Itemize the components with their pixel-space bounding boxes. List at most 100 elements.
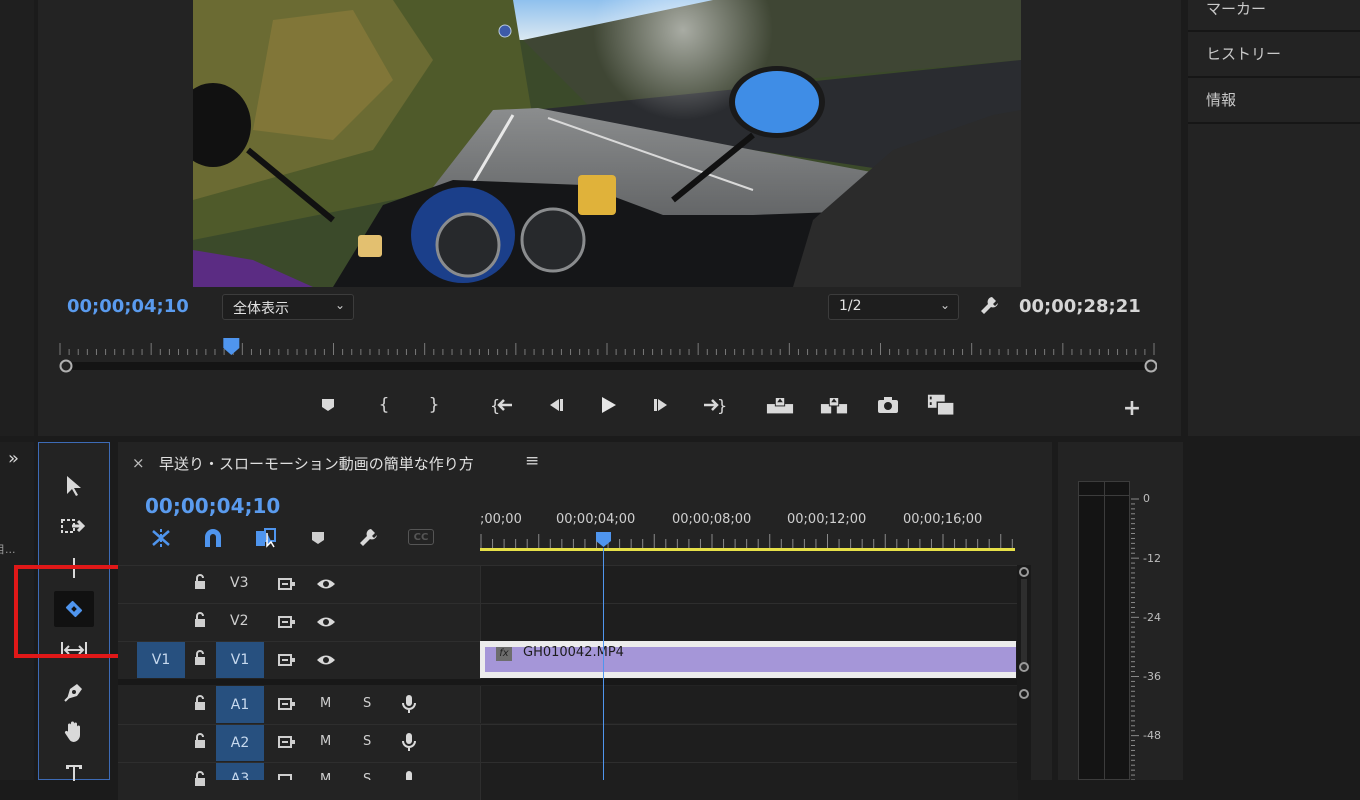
mute-button[interactable]: M (320, 772, 331, 780)
tab-info[interactable]: 情報 (1188, 78, 1360, 124)
playback-resolution-select[interactable]: 1/2 ⌄ (828, 294, 959, 320)
comparison-view-button[interactable] (927, 391, 955, 419)
track-header-a1 (118, 686, 480, 723)
track-header-v3 (118, 565, 480, 603)
microphone-icon[interactable] (401, 732, 417, 752)
meter-label-24: -24 (1143, 611, 1161, 624)
add-button[interactable]: + (1118, 394, 1146, 422)
eye-icon[interactable] (316, 577, 336, 591)
tab-history-label: ヒストリー (1206, 45, 1282, 63)
step-back-button[interactable] (541, 391, 569, 419)
scroll-handle[interactable] (1019, 662, 1029, 672)
lift-button[interactable] (766, 391, 794, 419)
ruler-label-4: 00;00;16;00 (903, 512, 983, 527)
add-marker-icon[interactable] (310, 530, 326, 546)
settings-wrench-icon[interactable] (978, 294, 1002, 318)
scroll-track[interactable] (1021, 579, 1027, 669)
expand-panels-icon[interactable]: » (8, 448, 19, 469)
eye-icon[interactable] (316, 615, 336, 629)
zoom-scrollbar (65, 362, 1149, 370)
extract-button[interactable] (820, 391, 848, 419)
microphone-icon[interactable] (401, 694, 417, 714)
type-tool[interactable] (54, 754, 94, 790)
tab-markers[interactable]: マーカー (1188, 0, 1360, 32)
lock-icon[interactable] (193, 612, 207, 628)
track-lane-v3[interactable] (480, 565, 1018, 603)
zoom-level-value: 全体表示 (233, 301, 289, 317)
zoom-level-select[interactable]: 全体表示 ⌄ (222, 294, 354, 320)
microphone-icon[interactable] (401, 770, 417, 780)
sequence-tab-title[interactable]: 早送り・スローモーション動画の簡単な作り方 (159, 453, 474, 474)
fx-badge[interactable]: fx (496, 647, 512, 661)
program-duration-timecode: 00;00;28;21 (1019, 296, 1141, 317)
lock-icon[interactable] (193, 650, 207, 666)
program-time-ruler[interactable] (57, 335, 1157, 380)
ruler-label-0: ;00;00 (480, 512, 522, 527)
close-sequence-button[interactable]: × (132, 454, 145, 472)
add-marker-button[interactable] (314, 391, 342, 419)
video-frame[interactable] (193, 0, 1021, 287)
step-forward-button[interactable] (648, 391, 676, 419)
lock-icon[interactable] (193, 695, 207, 711)
mark-in-button[interactable]: { (370, 391, 398, 419)
track-lane-a3[interactable] (480, 762, 1018, 800)
sequence-menu-icon[interactable]: ≡ (525, 451, 539, 471)
sync-lock-icon[interactable] (278, 735, 296, 749)
track-divider (118, 679, 1018, 685)
source-patch-v1[interactable]: V1 (137, 642, 185, 678)
mute-button[interactable]: M (320, 696, 331, 711)
track-name-a2[interactable]: A2 (216, 725, 264, 761)
go-to-out-button[interactable]: } (700, 391, 728, 419)
sync-lock-icon[interactable] (278, 697, 296, 711)
solo-button[interactable]: S (363, 772, 371, 780)
hand-tool[interactable] (54, 714, 94, 750)
track-lane-v2[interactable] (480, 603, 1018, 641)
solo-button[interactable]: S (363, 696, 371, 711)
track-lane-a2[interactable] (480, 724, 1018, 762)
track-name-v1[interactable]: V1 (216, 642, 264, 678)
video-clip[interactable]: fx GH010042.MP4 (480, 641, 1016, 678)
sync-lock-icon[interactable] (278, 773, 296, 780)
selection-tool[interactable] (54, 468, 94, 504)
track-name-a3[interactable]: A3 (216, 763, 264, 780)
pen-tool[interactable] (54, 674, 94, 710)
lock-icon[interactable] (193, 733, 207, 749)
track-lane-a1[interactable] (480, 686, 1018, 723)
track-name-v3[interactable]: V3 (230, 575, 248, 591)
nest-toggle-icon[interactable] (149, 527, 173, 549)
scroll-handle[interactable] (1019, 689, 1029, 699)
timeline-time-ruler[interactable] (480, 530, 1017, 555)
play-button[interactable] (594, 391, 622, 419)
timeline-settings-wrench-icon[interactable] (357, 526, 381, 550)
program-playhead-handle (223, 338, 240, 355)
scroll-handle[interactable] (1019, 567, 1029, 577)
lock-icon[interactable] (193, 771, 207, 787)
truncated-column-label: 目... (0, 543, 16, 556)
mute-button[interactable]: M (320, 734, 331, 749)
sync-lock-icon[interactable] (278, 615, 296, 629)
program-current-timecode[interactable]: 00;00;04;10 (67, 296, 189, 317)
track-name-a1[interactable]: A1 (216, 686, 264, 723)
mark-out-button[interactable]: } (420, 391, 448, 419)
sync-lock-icon[interactable] (278, 577, 296, 591)
tab-history[interactable]: ヒストリー (1188, 32, 1360, 78)
solo-button[interactable]: S (363, 734, 371, 749)
track-name-v2[interactable]: V2 (230, 613, 248, 629)
meter-label-0: 0 (1143, 492, 1150, 505)
work-area-bar (480, 548, 1015, 551)
timeline-scrollbar[interactable] (1017, 565, 1031, 780)
meter-label-12: -12 (1143, 552, 1161, 565)
go-to-in-button[interactable]: { (488, 391, 516, 419)
eye-icon[interactable] (316, 653, 336, 667)
linked-selection-icon[interactable] (254, 527, 278, 549)
track-select-tool[interactable] (54, 508, 94, 544)
timeline-playhead-handle[interactable] (595, 531, 612, 548)
audio-meter-bar (1078, 481, 1130, 780)
export-frame-button[interactable] (874, 391, 902, 419)
meter-channel-divider (1104, 482, 1105, 779)
lock-icon[interactable] (193, 574, 207, 590)
captions-icon[interactable]: CC (408, 529, 434, 545)
sequence-timecode[interactable]: 00;00;04;10 (145, 494, 280, 518)
sync-lock-icon[interactable] (278, 653, 296, 667)
snap-magnet-icon[interactable] (202, 527, 224, 549)
